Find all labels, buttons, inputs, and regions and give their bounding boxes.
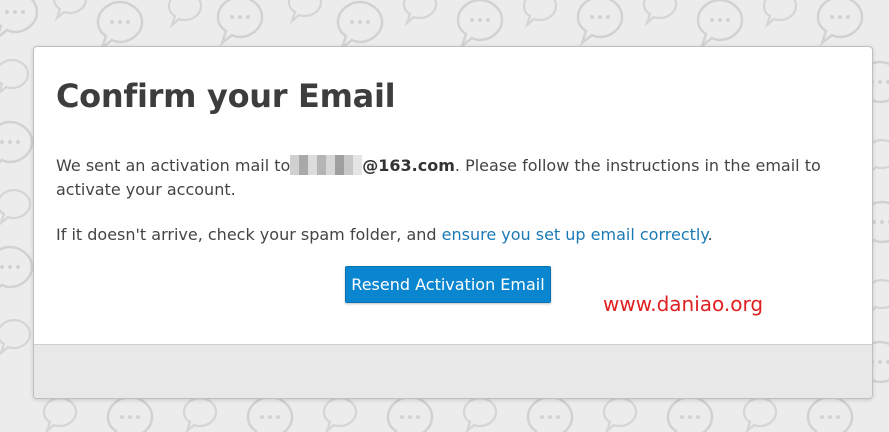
activation-message: We sent an activation mail to @163.com. P… <box>56 154 846 202</box>
redacted-email-username <box>290 155 363 175</box>
spam-folder-hint: If it doesn't arrive, check your spam fo… <box>56 223 846 247</box>
site-watermark: www.daniao.org <box>603 292 764 316</box>
email-address-domain: @163.com <box>362 156 455 175</box>
confirm-email-dialog: Confirm your Email We sent an activation… <box>33 46 873 399</box>
spam-hint-prefix: If it doesn't arrive, check your spam fo… <box>56 225 442 244</box>
message-prefix: We sent an activation mail to <box>56 156 291 175</box>
spam-hint-suffix: . <box>707 225 713 244</box>
email-setup-help-link[interactable]: ensure you set up email correctly <box>442 225 708 244</box>
dialog-title: Confirm your Email <box>56 77 396 115</box>
resend-activation-email-button[interactable]: Resend Activation Email <box>345 266 551 303</box>
dialog-footer <box>34 344 872 398</box>
